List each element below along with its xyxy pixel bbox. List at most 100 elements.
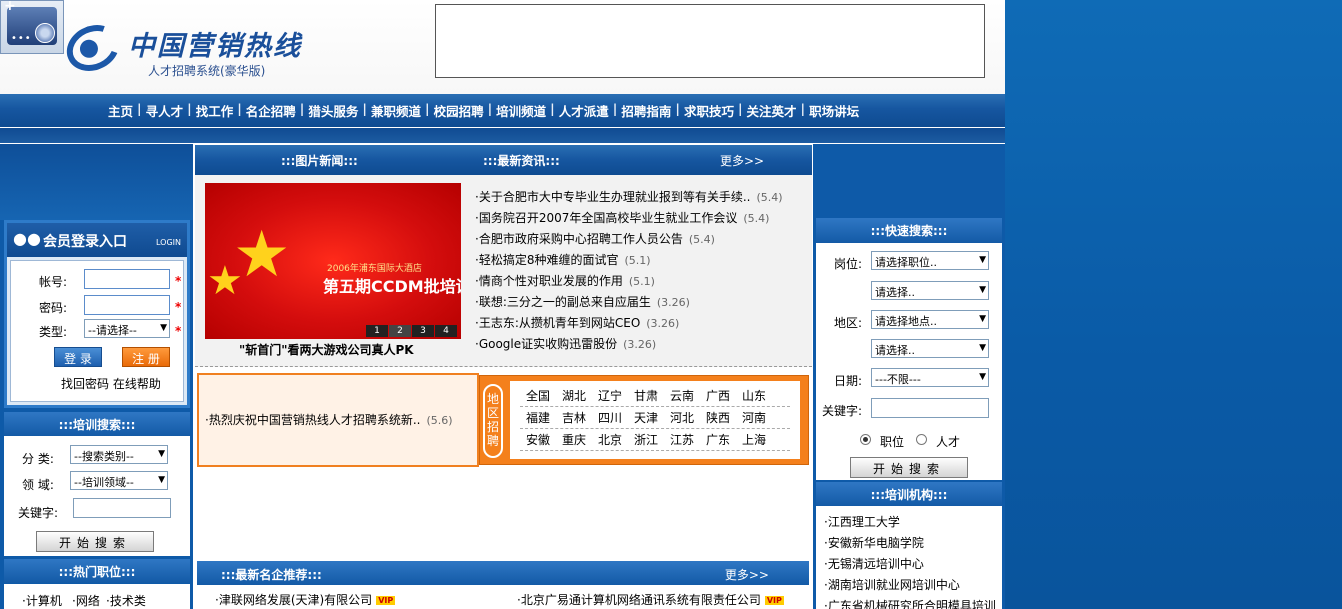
news-item[interactable]: ·关于合肥市大中专毕业生办理就业报到等有关手续.. (5.4) [475, 187, 805, 208]
region-link[interactable]: 全国 [520, 385, 556, 406]
date-select[interactable]: ---不限--- ▼ [871, 368, 989, 387]
quick-keyword-input[interactable] [871, 398, 989, 418]
region-link[interactable]: 陕西 [700, 407, 736, 428]
type-select[interactable]: --请选择-- ▼ [84, 319, 170, 338]
main-nav: 主页 | 寻人才 | 找工作 | 名企招聘 | 猎头服务 | 兼职频道 | 校园招聘 | 培训频道 | 人才派遣… [0, 94, 1005, 127]
training-search-button[interactable]: 开始搜索 [36, 531, 154, 552]
news-item[interactable]: ·国务院召开2007年全国高校毕业生就业工作会议 (5.4) [475, 208, 805, 229]
region-link[interactable]: 吉林 [556, 407, 592, 428]
region-link[interactable]: 云南 [664, 385, 700, 406]
position-select[interactable]: 请选择职位.. ▼ [871, 251, 989, 270]
vip-badge: VIP [764, 596, 784, 605]
photo-page-1[interactable]: 1 [366, 325, 388, 337]
training-org-item[interactable]: ·广东省机械研究所合明模具培训 [824, 596, 996, 609]
register-button[interactable]: 注 册 [122, 347, 170, 367]
photo-page-4[interactable]: 4 [435, 325, 457, 337]
field-select[interactable]: --培训领域-- ▼ [70, 471, 168, 490]
type-label: 类型: [39, 325, 68, 339]
region-link[interactable]: 山东 [736, 385, 772, 406]
region-link[interactable]: 广东 [700, 429, 736, 450]
nav-item[interactable]: 关注英才 [743, 101, 801, 120]
news-item[interactable]: ·合肥市政府采购中心招聘工作人员公告 (5.4) [475, 229, 805, 250]
region-link[interactable]: 四川 [592, 407, 628, 428]
training-org-item[interactable]: ·湖南培训就业网培训中心 [824, 575, 996, 596]
region-link[interactable]: 广西 [700, 385, 736, 406]
logo-title[interactable]: 中国营销热线 [128, 24, 302, 63]
region-link[interactable]: 江苏 [664, 429, 700, 450]
region-link[interactable]: 河南 [736, 407, 772, 428]
company-item[interactable]: ·北京广易通计算机网络通讯系统有限责任公司 VIP [517, 591, 784, 608]
news-item[interactable]: ·情商个性对职业发展的作用 (5.1) [475, 271, 805, 292]
photo-page-2[interactable]: 2 [389, 325, 411, 337]
photo-news-image[interactable]: ★ ★ 2006年浦东国际大酒店 第五期CCDM批培训 1 2 3 4 [205, 183, 461, 339]
news-more-link[interactable]: 更多>> [720, 152, 764, 169]
recommend-more-link[interactable]: 更多>> [725, 566, 769, 583]
nav-separator: | [187, 101, 192, 116]
region-link[interactable]: 福建 [520, 407, 556, 428]
nav-item[interactable]: 求职技巧 [680, 101, 738, 120]
area-sub-select[interactable]: 请选择.. ▼ [871, 339, 989, 358]
region-tab: 地区招聘 [483, 384, 503, 458]
area-select[interactable]: 请选择地点.. ▼ [871, 310, 989, 329]
hot-job-item[interactable]: ·网络 [72, 592, 100, 609]
nav-item[interactable]: 兼职频道 [367, 101, 425, 120]
page: + ••• 中国营销热线 人才招聘系统(豪华版) 主页 | 寻人才 | 找工作 | 名企招聘… [0, 0, 1005, 609]
region-link[interactable]: 辽宁 [592, 385, 628, 406]
nav-item[interactable]: 寻人才 [142, 101, 188, 120]
announcement-item[interactable]: ·热烈庆祝中国营销热线人才招聘系统新.. (5.6) [205, 411, 453, 428]
news-item[interactable]: ·轻松搞定8种难缠的面试官 (5.1) [475, 250, 805, 271]
radio-position-label: 职位 [880, 435, 905, 449]
banner-ad-area[interactable] [435, 4, 985, 78]
region-link[interactable]: 湖北 [556, 385, 592, 406]
region-link[interactable]: 甘肃 [628, 385, 664, 406]
news-item[interactable]: ·Google证实收购迅雷股份 (3.26) [475, 334, 805, 355]
radio-position[interactable] [860, 434, 871, 445]
company-item[interactable]: ·津联网络发展(天津)有限公司 VIP [215, 591, 396, 608]
hot-job-item[interactable]: ·技术类 [106, 592, 146, 609]
quick-search-button[interactable]: 开始搜索 [850, 457, 968, 478]
photo-caption[interactable]: "斩首门"看两大游戏公司真人PK [239, 341, 414, 358]
region-link[interactable]: 重庆 [556, 429, 592, 450]
forgot-password-link[interactable]: 找回密码 [61, 377, 109, 391]
training-search-title: :::培训搜索::: [4, 412, 190, 436]
position-sub-select[interactable]: 请选择.. ▼ [871, 281, 989, 300]
chevron-down-icon: ▼ [160, 323, 167, 333]
photo-page-3[interactable]: 3 [412, 325, 434, 337]
floating-toolbar-icon[interactable]: + ••• [0, 0, 64, 54]
training-org-item[interactable]: ·江西理工大学 [824, 512, 996, 533]
nav-separator: | [137, 101, 142, 116]
password-input[interactable] [84, 295, 170, 315]
hot-job-item[interactable]: ·计算机 [22, 592, 62, 609]
news-item[interactable]: ·联想:三分之一的副总来自应届生 (3.26) [475, 292, 805, 313]
account-input[interactable] [84, 269, 170, 289]
region-link[interactable]: 安徽 [520, 429, 556, 450]
nav-item[interactable]: 校园招聘 [430, 101, 488, 120]
category-select[interactable]: --搜索类别-- ▼ [70, 445, 168, 464]
nav-item[interactable]: 招聘指南 [617, 101, 675, 120]
region-link[interactable]: 北京 [592, 429, 628, 450]
nav-item[interactable]: 猎头服务 [304, 101, 362, 120]
nav-separator: | [737, 101, 743, 116]
online-help-link[interactable]: 在线帮助 [113, 377, 161, 391]
region-link[interactable]: 天津 [628, 407, 664, 428]
news-item[interactable]: ·王志东:从攒机青年到网站CEO (3.26) [475, 313, 805, 334]
region-link[interactable]: 浙江 [628, 429, 664, 450]
region-link[interactable]: 上海 [736, 429, 772, 450]
field-label: 领 域: [22, 478, 54, 492]
nav-item[interactable]: 找工作 [192, 101, 238, 120]
training-orgs-list: ·江西理工大学 ·安徽新华电脑学院 ·无锡清远培训中心 ·湖南培训就业网培训中心 ·广东… [824, 512, 996, 609]
region-link[interactable]: 河北 [664, 407, 700, 428]
radio-talent[interactable] [916, 434, 927, 445]
training-org-item[interactable]: ·安徽新华电脑学院 [824, 533, 996, 554]
nav-item[interactable]: 培训频道 [492, 101, 550, 120]
nav-item[interactable]: 人才派遣 [555, 101, 613, 120]
region-row: 安徽 重庆 北京 浙江 江苏 广东 上海 [520, 429, 790, 451]
login-button[interactable]: 登 录 [54, 347, 102, 367]
nav-item[interactable]: 职场讲坛 [805, 101, 863, 120]
training-org-item[interactable]: ·无锡清远培训中心 [824, 554, 996, 575]
nav-item[interactable]: 名企招聘 [242, 101, 300, 120]
training-keyword-input[interactable] [73, 498, 171, 518]
nav-item[interactable]: 主页 [104, 101, 137, 120]
latest-news-list: ·关于合肥市大中专毕业生办理就业报到等有关手续.. (5.4) ·国务院召开2007… [475, 187, 805, 355]
radio-talent-label: 人才 [936, 435, 961, 449]
